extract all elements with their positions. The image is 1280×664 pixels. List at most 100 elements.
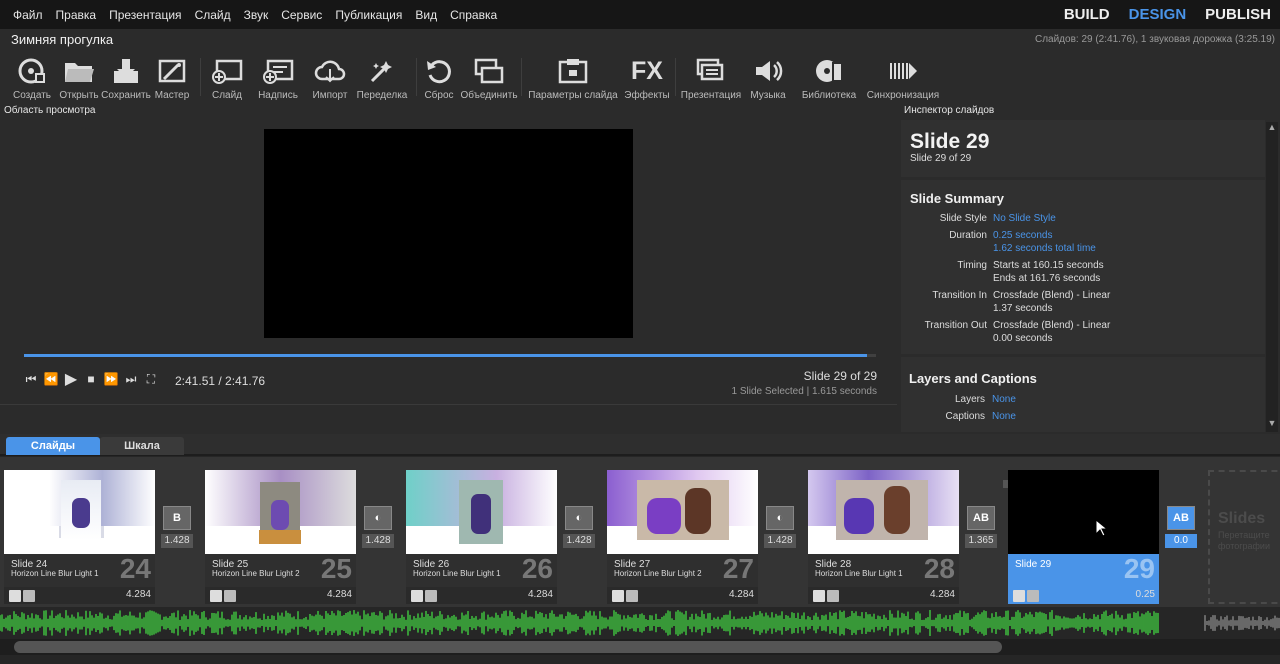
transition-block[interactable]: AB 1.365 (965, 506, 997, 554)
menu-slide[interactable]: Слайд (195, 8, 231, 22)
transition-icon[interactable]: ◐ (364, 506, 392, 530)
slide-duration[interactable]: 0.25 (1136, 589, 1155, 600)
slide-thumbnail[interactable] (607, 470, 758, 554)
tab-slides[interactable]: Слайды (6, 437, 100, 455)
slide-style-value[interactable]: No Slide Style (993, 212, 1056, 225)
play-slide-icon[interactable] (612, 590, 624, 602)
slide-card[interactable]: Slide 26 Horizon Line Blur Light 1 26 4.284 (406, 470, 557, 604)
slide-card[interactable]: Slide 24 Horizon Line Blur Light 1 24 4.284 (4, 470, 155, 604)
remix-button[interactable]: Переделка (356, 55, 408, 101)
slide-card[interactable]: Slide 29 29 0.25 (1008, 470, 1159, 604)
transition-icon[interactable]: AB (967, 506, 995, 530)
menu-edit[interactable]: Правка (56, 8, 97, 22)
merge-button[interactable]: Объединить (460, 55, 518, 101)
play-slide-icon[interactable] (9, 590, 21, 602)
fullscreen-icon[interactable]: ⛶ (144, 372, 158, 386)
captions-link[interactable]: None (992, 410, 1016, 423)
menu-help[interactable]: Справка (450, 8, 497, 22)
preview-progress-bar[interactable] (24, 354, 876, 357)
slide-options-icon[interactable] (827, 590, 839, 602)
transition-block[interactable]: AB 0.0 (1165, 506, 1197, 554)
duration-link[interactable]: 0.25 seconds (993, 229, 1096, 242)
transition-icon[interactable]: B (163, 506, 191, 530)
transition-duration[interactable]: 0.0 (1165, 534, 1197, 548)
menu-sound[interactable]: Звук (244, 8, 269, 22)
play-icon[interactable]: ▶ (64, 371, 78, 388)
menu-publish[interactable]: Публикация (335, 8, 402, 22)
open-button[interactable]: Открыть (58, 55, 100, 101)
slide-duration[interactable]: 4.284 (327, 589, 352, 600)
preview-viewer[interactable] (264, 129, 633, 338)
transition-duration[interactable]: 1.365 (965, 534, 997, 548)
slide-options-icon[interactable] (425, 590, 437, 602)
slide-duration[interactable]: 4.284 (126, 589, 151, 600)
slide-thumbnail[interactable] (1008, 470, 1159, 554)
inspector-scrollbar[interactable]: ▲ ▼ (1266, 122, 1278, 432)
transition-duration[interactable]: 1.428 (764, 534, 796, 548)
create-button[interactable]: Создать (10, 55, 54, 101)
show-button[interactable]: Презентация (680, 55, 742, 101)
transition-icon[interactable]: AB (1167, 506, 1195, 530)
mode-publish[interactable]: PUBLISH (1205, 6, 1271, 23)
caption-button[interactable]: Надпись (256, 55, 300, 101)
play-slide-icon[interactable] (210, 590, 222, 602)
slide-duration[interactable]: 4.284 (729, 589, 754, 600)
transition-duration[interactable]: 1.428 (362, 534, 394, 548)
sync-button[interactable]: Синхронизация (866, 55, 940, 101)
import-button[interactable]: Импорт (310, 55, 350, 101)
slides-placeholder[interactable]: Slides Перетащите фотографии (1208, 470, 1280, 604)
slide-card[interactable]: Slide 27 Horizon Line Blur Light 2 27 4.284 (607, 470, 758, 604)
transition-duration[interactable]: 1.428 (161, 534, 193, 548)
menu-file[interactable]: Файл (13, 8, 43, 22)
menu-service[interactable]: Сервис (281, 8, 322, 22)
tab-timeline[interactable]: Шкала (100, 437, 184, 455)
slide-card[interactable]: Slide 25 Horizon Line Blur Light 2 25 4.284 (205, 470, 356, 604)
wizard-button[interactable]: Мастер (152, 55, 192, 101)
slide-style-link[interactable]: No Slide Style (993, 212, 1056, 225)
audio-waveform[interactable] (0, 607, 1280, 639)
play-slide-icon[interactable] (411, 590, 423, 602)
play-slide-icon[interactable] (1013, 590, 1025, 602)
skip-end-icon[interactable]: ⏭ (124, 372, 138, 386)
fast-forward-icon[interactable]: ⏩ (104, 372, 119, 386)
library-button[interactable]: Библиотека (800, 55, 858, 101)
skip-start-icon[interactable]: ⏮ (24, 372, 38, 386)
layers-link[interactable]: None (992, 393, 1016, 406)
mode-build[interactable]: BUILD (1064, 6, 1110, 23)
mode-design[interactable]: DESIGN (1129, 6, 1187, 23)
transition-block[interactable]: ◐ 1.428 (764, 506, 796, 554)
slide-duration[interactable]: 4.284 (930, 589, 955, 600)
slide-duration[interactable]: 4.284 (528, 589, 553, 600)
slide-options-button[interactable]: Параметры слайда (528, 55, 618, 101)
total-time-link[interactable]: 1.62 seconds total time (993, 242, 1096, 255)
transition-duration[interactable]: 1.428 (563, 534, 595, 548)
scroll-thumb[interactable] (14, 641, 1002, 653)
play-slide-icon[interactable] (813, 590, 825, 602)
slide-thumbnail[interactable] (406, 470, 557, 554)
rewind-icon[interactable]: ⏪ (44, 372, 59, 386)
scroll-up-icon[interactable]: ▲ (1266, 122, 1278, 136)
scroll-down-icon[interactable]: ▼ (1266, 418, 1278, 432)
music-button[interactable]: Музыка (748, 55, 788, 101)
stop-icon[interactable]: ■ (84, 372, 98, 386)
slide-list-scrollbar[interactable] (0, 639, 1280, 655)
menu-view[interactable]: Вид (415, 8, 437, 22)
slide-options-icon[interactable] (23, 590, 35, 602)
slide-options-icon[interactable] (626, 590, 638, 602)
slide-options-icon[interactable] (1027, 590, 1039, 602)
slide-thumbnail[interactable] (4, 470, 155, 554)
transition-block[interactable]: ◐ 1.428 (362, 506, 394, 554)
slide-thumbnail[interactable] (205, 470, 356, 554)
slide-card[interactable]: Slide 28 Horizon Line Blur Light 1 28 4.284 (808, 470, 959, 604)
slide-thumbnail[interactable] (808, 470, 959, 554)
slide-options-icon[interactable] (224, 590, 236, 602)
transition-icon[interactable]: ◐ (766, 506, 794, 530)
transition-block[interactable]: ◐ 1.428 (563, 506, 595, 554)
save-button[interactable]: Сохранить (101, 55, 151, 101)
transition-icon[interactable]: ◐ (565, 506, 593, 530)
menu-presentation[interactable]: Презентация (109, 8, 182, 22)
effects-button[interactable]: FX Эффекты (624, 55, 670, 102)
transition-block[interactable]: B 1.428 (161, 506, 193, 554)
reset-button[interactable]: Сброс (422, 55, 456, 101)
add-slide-button[interactable]: Слайд (206, 55, 248, 101)
